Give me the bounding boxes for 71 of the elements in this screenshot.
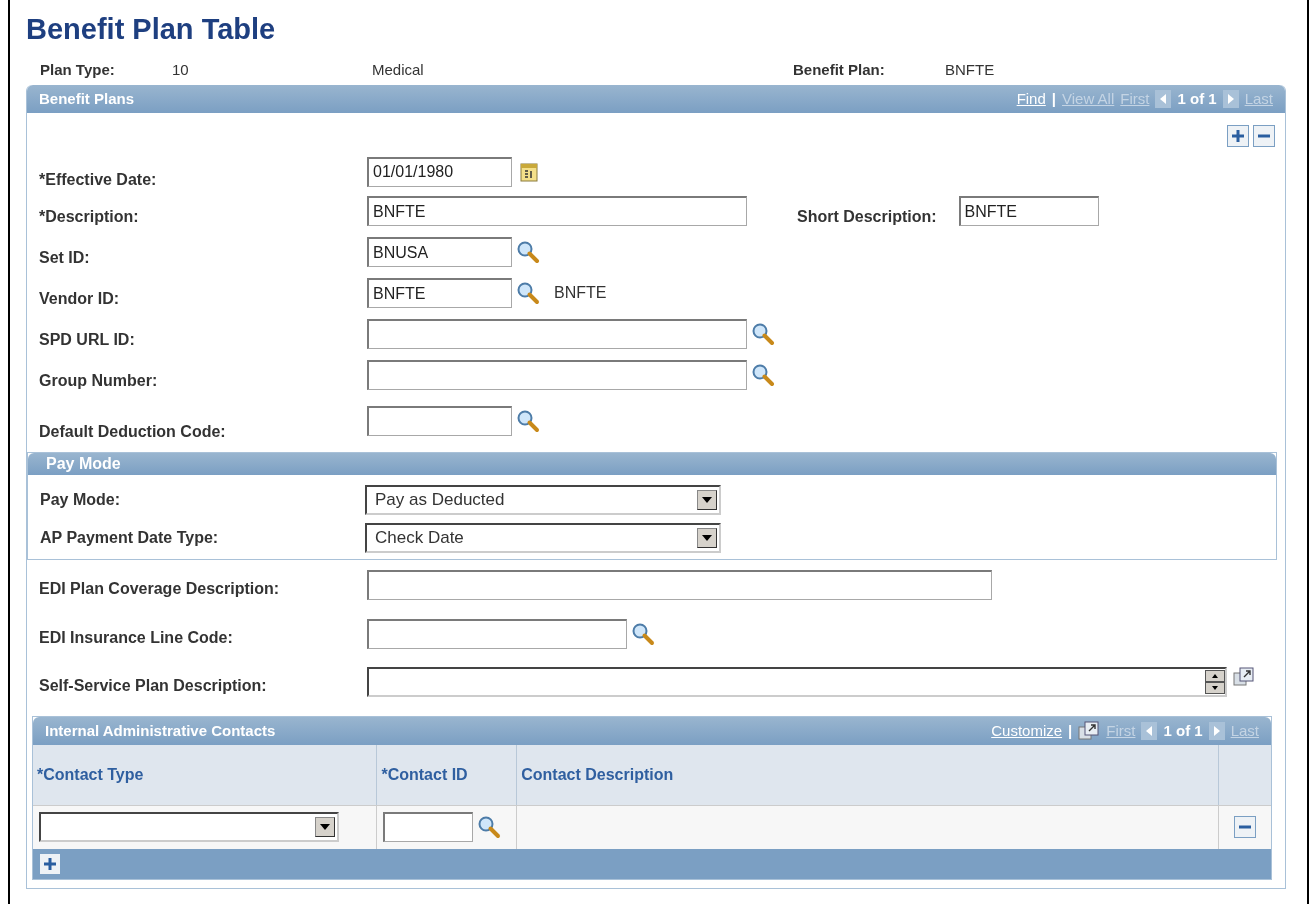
previous-icon[interactable] [1155,89,1172,108]
delete-row-button[interactable] [1234,816,1257,839]
add-row-button[interactable] [39,852,61,875]
input-field[interactable]: 01/01/1980 [367,156,512,187]
spinner-icon[interactable] [1205,669,1225,694]
dropdown-arrow-icon[interactable] [702,496,712,503]
select-value: Pay as Deducted [375,489,505,512]
field-label: *Description: [39,207,140,228]
section-title: Benefit Plans [39,88,135,109]
input-field[interactable] [367,319,747,350]
field-label: Benefit Plan: [793,59,886,80]
field-label: SPD URL ID: [39,330,136,351]
field-value: 10 [172,59,190,80]
input-field[interactable]: BNFTE [367,278,512,309]
page-count: 1 of 1 [1177,88,1217,109]
page-title: Benefit Plan Table [26,12,277,47]
input-field[interactable]: BNFTE [958,196,1099,227]
plus-icon [43,856,57,871]
input-field[interactable] [367,405,512,436]
field-label: Plan Type: [40,59,116,80]
input-field[interactable]: BNUSA [367,237,512,268]
search-icon[interactable] [516,240,540,265]
section-title: Pay Mode [28,452,1276,475]
field-value: Medical [372,59,425,80]
expand-icon[interactable] [1078,720,1101,741]
field-label: *Effective Date: [39,169,158,190]
next-icon[interactable] [1208,721,1225,740]
column-header: *Contact Type [33,744,378,805]
field-label: Self-Service Plan Description: [39,675,268,696]
input-field[interactable]: BNFTE [367,196,747,227]
related-value: BNFTE [554,283,607,304]
text-area[interactable] [367,666,1227,697]
expand-icon[interactable] [1233,666,1255,687]
field-label: EDI Plan Coverage Description: [39,578,281,599]
input-field[interactable] [383,812,474,843]
plus-icon [1231,128,1245,143]
separator: | [1051,88,1056,109]
input-field[interactable] [367,569,992,600]
dropdown[interactable] [39,812,339,843]
dropdown-arrow-icon[interactable] [702,534,712,541]
field-label: Set ID: [39,248,91,269]
field-label: AP Payment Date Type: [40,527,220,548]
field-label: EDI Insurance Line Code: [39,627,234,648]
field-label: Vendor ID: [39,289,120,310]
column-header: Contact Description [517,744,1220,805]
search-icon[interactable] [516,408,540,433]
dropdown[interactable]: Pay as Deducted [365,484,721,515]
search-icon[interactable] [751,363,775,388]
input-field[interactable] [367,618,627,649]
add-button[interactable] [1227,124,1249,147]
field-label: Pay Mode: [40,489,121,510]
delete-button[interactable] [1253,124,1275,147]
field-label: Short Description: [797,207,937,228]
select-value: Check Date [375,527,464,550]
page-count: 1 of 1 [1163,720,1203,741]
search-icon[interactable] [516,281,540,306]
search-icon[interactable] [477,815,502,840]
dropdown-arrow-icon[interactable] [320,824,330,831]
section-title: Internal Administrative Contacts [45,720,276,741]
search-icon[interactable] [751,322,775,347]
calendar-icon[interactable] [520,161,538,182]
previous-icon[interactable] [1141,721,1158,740]
dropdown[interactable]: Check Date [365,522,721,553]
field-value: BNFTE [945,59,995,80]
column-header: *Contact ID [377,744,518,805]
next-icon[interactable] [1222,89,1239,108]
input-field[interactable] [367,360,747,391]
field-label: Default Deduction Code: [39,421,227,442]
separator: | [1068,720,1073,741]
field-label: Group Number: [39,371,159,392]
search-icon[interactable] [631,621,655,646]
